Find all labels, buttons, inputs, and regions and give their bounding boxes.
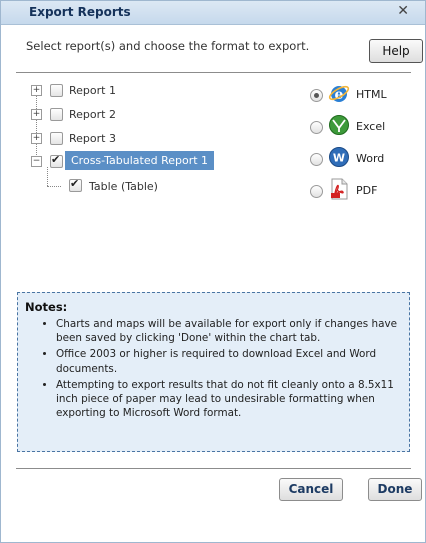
title-bar: Export Reports ✕ xyxy=(1,1,425,25)
tree-line xyxy=(36,91,37,161)
dialog-title: Export Reports xyxy=(29,5,131,19)
notes-list: Charts and maps will be available for ex… xyxy=(42,317,401,422)
svg-text:W: W xyxy=(333,152,345,165)
tree-line xyxy=(47,167,48,186)
excel-radio[interactable] xyxy=(310,121,323,134)
tree-item-label-selected[interactable]: Cross-Tabulated Report 1 xyxy=(65,151,215,170)
cross-tab-report-checkbox[interactable] xyxy=(50,153,63,168)
tree-item-label[interactable]: Report 3 xyxy=(69,132,116,145)
done-button[interactable]: Done xyxy=(368,478,422,501)
note-item: Office 2003 or higher is required to dow… xyxy=(56,347,401,375)
ie-icon: e xyxy=(328,85,350,103)
expand-icon[interactable]: + xyxy=(31,133,42,144)
pdf-radio[interactable] xyxy=(310,185,323,198)
collapse-icon[interactable]: − xyxy=(31,156,42,167)
note-item: Charts and maps will be available for ex… xyxy=(56,317,401,345)
word-icon: W xyxy=(329,147,349,167)
help-button[interactable]: Help xyxy=(369,39,423,63)
tree-item-label[interactable]: Table (Table) xyxy=(89,180,158,193)
close-icon[interactable]: ✕ xyxy=(397,3,409,19)
intro-text: Select report(s) and choose the format t… xyxy=(26,39,310,53)
bottom-divider xyxy=(16,468,411,469)
notes-title: Notes: xyxy=(25,300,68,314)
format-label-word: Word xyxy=(356,152,385,165)
pdf-icon xyxy=(331,178,348,200)
expand-icon[interactable]: + xyxy=(31,85,42,96)
tree-item-label[interactable]: Report 1 xyxy=(69,84,116,97)
expand-icon[interactable]: + xyxy=(31,109,42,120)
tree-item-label[interactable]: Report 2 xyxy=(69,108,116,121)
export-reports-dialog: Export Reports ✕ Select report(s) and ch… xyxy=(0,0,426,543)
note-item: Attempting to export results that do not… xyxy=(56,378,401,421)
notes-panel: Notes: Charts and maps will be available… xyxy=(17,292,410,452)
table-checkbox[interactable] xyxy=(69,177,82,192)
word-radio[interactable] xyxy=(310,153,323,166)
report-1-checkbox[interactable] xyxy=(50,84,63,97)
excel-icon xyxy=(329,115,349,135)
report-3-checkbox[interactable] xyxy=(50,132,63,145)
top-divider xyxy=(16,72,411,73)
format-label-pdf: PDF xyxy=(356,184,378,197)
report-2-checkbox[interactable] xyxy=(50,108,63,121)
format-label-excel: Excel xyxy=(356,120,386,133)
format-label-html: HTML xyxy=(356,88,387,101)
html-radio[interactable] xyxy=(310,89,323,102)
tree-line xyxy=(47,186,61,187)
cancel-button[interactable]: Cancel xyxy=(279,478,343,501)
